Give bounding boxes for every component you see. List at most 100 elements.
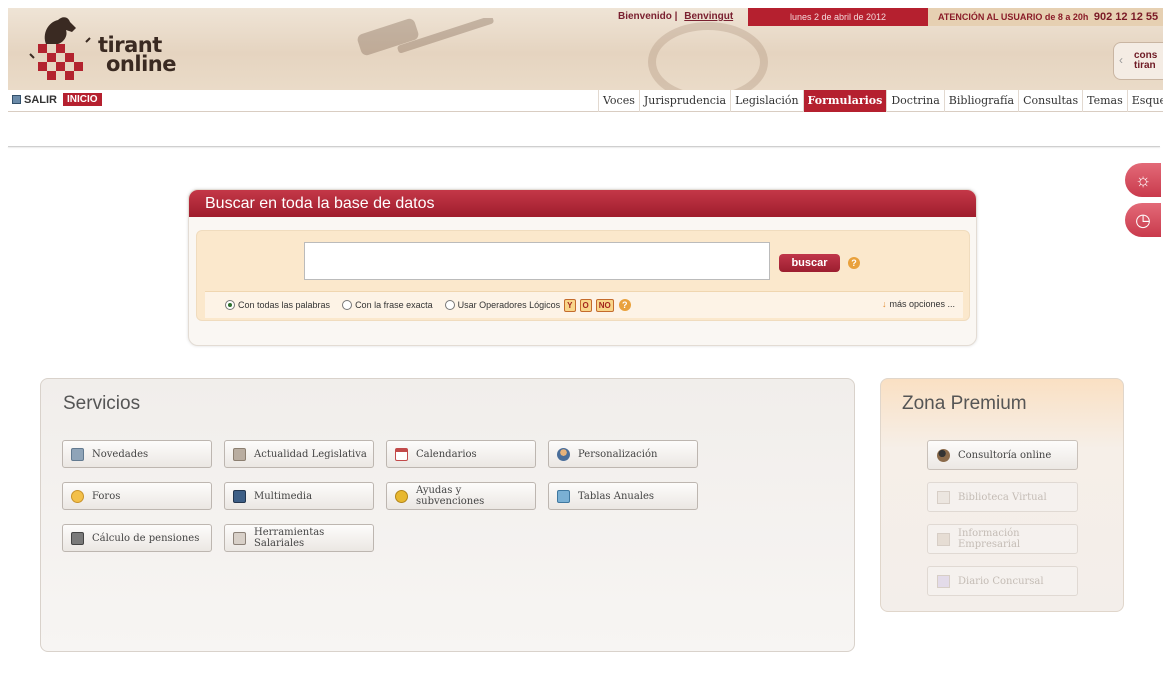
- option-logical-operators-label: Usar Operadores Lógicos: [457, 300, 561, 310]
- radio-all-words[interactable]: [225, 300, 235, 310]
- welcome-text: Bienvenido | Benvingut: [618, 8, 733, 26]
- services-panel: Servicios Novedades Actualidad Legislati…: [40, 378, 855, 652]
- arrow-down-icon: ↓: [881, 299, 887, 309]
- service-label: Tablas Anuales: [578, 490, 655, 502]
- service-multimedia-button[interactable]: Multimedia: [224, 482, 374, 510]
- bank-icon: [233, 447, 246, 461]
- logo[interactable]: tirant online: [28, 14, 188, 86]
- premium-biblioteca-button[interactable]: Biblioteca Virtual: [927, 482, 1078, 512]
- logo-line-2: online: [106, 52, 176, 76]
- premium-label: Biblioteca Virtual: [958, 491, 1047, 503]
- service-label: Personalización: [578, 448, 658, 460]
- user-link[interactable]: Benvingut: [684, 11, 733, 22]
- divider: [8, 146, 1160, 147]
- operator-y-button[interactable]: Y: [564, 298, 576, 312]
- calendar-icon: [395, 447, 408, 461]
- tools-icon: [233, 531, 246, 545]
- option-exact-phrase[interactable]: Con la frase exacta: [342, 300, 433, 310]
- book-icon: [937, 490, 950, 504]
- premium-label: Diario Concursal: [958, 575, 1044, 587]
- nav-item-legislacion[interactable]: Legislación: [730, 90, 802, 112]
- document-icon: [71, 447, 84, 461]
- premium-label: Información Empresarial: [958, 528, 1021, 550]
- help-icon[interactable]: ?: [848, 257, 860, 269]
- forum-icon: [71, 489, 84, 503]
- logo-text: tirant online: [98, 35, 176, 76]
- search-box: buscar ? Con todas las palabras Con la f…: [196, 230, 970, 321]
- consultoria-tab[interactable]: ‹ cons tiran: [1113, 42, 1163, 80]
- service-foros-button[interactable]: Foros: [62, 482, 212, 510]
- multimedia-icon: [233, 489, 246, 503]
- service-novedades-button[interactable]: Novedades: [62, 440, 212, 468]
- inicio-link[interactable]: INICIO: [63, 93, 102, 106]
- gavel-decoration-icon: [357, 18, 494, 56]
- nav-item-voces[interactable]: Voces: [598, 90, 639, 112]
- search-options: Con todas las palabras Con la frase exac…: [205, 291, 963, 318]
- search-input[interactable]: [304, 242, 770, 280]
- main-nav: SALIR INICIO Voces Jurisprudencia Legisl…: [8, 90, 1163, 112]
- attention-bar: ATENCIÓN AL USUARIO de 8 a 20h 902 12 12…: [928, 8, 1163, 26]
- knight-logo-icon: [29, 17, 91, 80]
- operator-no-button[interactable]: NO: [595, 298, 614, 312]
- building-icon: [937, 532, 950, 546]
- option-exact-phrase-label: Con la frase exacta: [355, 300, 433, 310]
- option-all-words[interactable]: Con todas las palabras: [225, 300, 330, 310]
- magnifier-decoration-icon: [648, 22, 768, 90]
- service-label: Novedades: [92, 448, 149, 460]
- service-ayudas-button[interactable]: Ayudas y subvenciones: [386, 482, 536, 510]
- option-logical-operators[interactable]: Usar Operadores Lógicos Y O NO ?: [444, 298, 631, 312]
- service-label: Foros: [92, 490, 121, 502]
- coins-icon: [395, 489, 408, 503]
- premium-title: Zona Premium: [902, 393, 1027, 414]
- services-title: Servicios: [63, 393, 141, 414]
- header: tirant online Bienvenido | Benvingut lun…: [8, 8, 1163, 112]
- service-label: Actualidad Legislativa: [254, 448, 367, 460]
- lightbulb-icon[interactable]: ☼: [1125, 163, 1161, 197]
- more-options-link[interactable]: ↓ más opciones ...: [882, 299, 955, 309]
- service-label: Herramientas Salariales: [254, 527, 325, 549]
- premium-panel: Zona Premium Consultoría online Bibliote…: [880, 378, 1124, 612]
- service-label: Ayudas y subvenciones: [416, 485, 485, 507]
- premium-label: Consultoría online: [958, 449, 1052, 461]
- service-label: Cálculo de pensiones: [92, 532, 200, 544]
- service-actualidad-legislativa-button[interactable]: Actualidad Legislativa: [224, 440, 374, 468]
- service-calculo-pensiones-button[interactable]: Cálculo de pensiones: [62, 524, 212, 552]
- table-icon: [557, 489, 570, 503]
- nav-item-esquema[interactable]: Esquema: [1126, 90, 1163, 112]
- exit-icon: [12, 95, 21, 104]
- clock-icon[interactable]: ◷: [1125, 203, 1161, 237]
- nav-item-formularios[interactable]: Formularios: [802, 90, 887, 112]
- service-label: Multimedia: [254, 490, 313, 502]
- chevron-left-icon: ‹: [1119, 53, 1123, 67]
- operator-o-button[interactable]: O: [579, 298, 592, 312]
- service-tablas-anuales-button[interactable]: Tablas Anuales: [548, 482, 698, 510]
- service-label: Calendarios: [416, 448, 477, 460]
- nav-item-jurisprudencia[interactable]: Jurisprudencia: [638, 90, 730, 112]
- premium-informacion-button[interactable]: Información Empresarial: [927, 524, 1078, 554]
- nav-item-bibliografia[interactable]: Bibliografía: [943, 90, 1018, 112]
- consultoria-tab-label: cons tiran: [1134, 51, 1157, 71]
- nav-item-consultas[interactable]: Consultas: [1018, 90, 1082, 112]
- radio-exact-phrase[interactable]: [342, 300, 353, 310]
- user-icon: [557, 447, 570, 461]
- radio-logical-operators[interactable]: [444, 300, 455, 310]
- search-title: Buscar en toda la base de datos: [189, 190, 976, 217]
- salir-link[interactable]: SALIR: [12, 94, 57, 106]
- search-button[interactable]: buscar: [779, 254, 840, 272]
- phone-number: 902 12 12 55: [1093, 11, 1159, 23]
- search-panel: Buscar en toda la base de datos buscar ?…: [188, 189, 977, 346]
- premium-diario-button[interactable]: Diario Concursal: [927, 566, 1078, 596]
- operators-help-icon[interactable]: ?: [618, 299, 631, 311]
- nav-item-temas[interactable]: Temas: [1082, 90, 1127, 112]
- nav-item-doctrina[interactable]: Doctrina: [886, 90, 943, 112]
- service-personalizacion-button[interactable]: Personalización: [548, 440, 698, 468]
- service-calendarios-button[interactable]: Calendarios: [386, 440, 536, 468]
- nav-left: SALIR INICIO: [12, 93, 102, 106]
- service-herramientas-salariales-button[interactable]: Herramientas Salariales: [224, 524, 374, 552]
- premium-consultoria-button[interactable]: Consultoría online: [927, 440, 1078, 470]
- nav-menu: Voces Jurisprudencia Legislación Formula…: [598, 90, 1163, 112]
- option-all-words-label: Con todas las palabras: [238, 300, 331, 310]
- date-display: lunes 2 de abril de 2012: [748, 8, 928, 26]
- salir-label: SALIR: [24, 93, 57, 106]
- more-options-label: más opciones ...: [889, 299, 955, 309]
